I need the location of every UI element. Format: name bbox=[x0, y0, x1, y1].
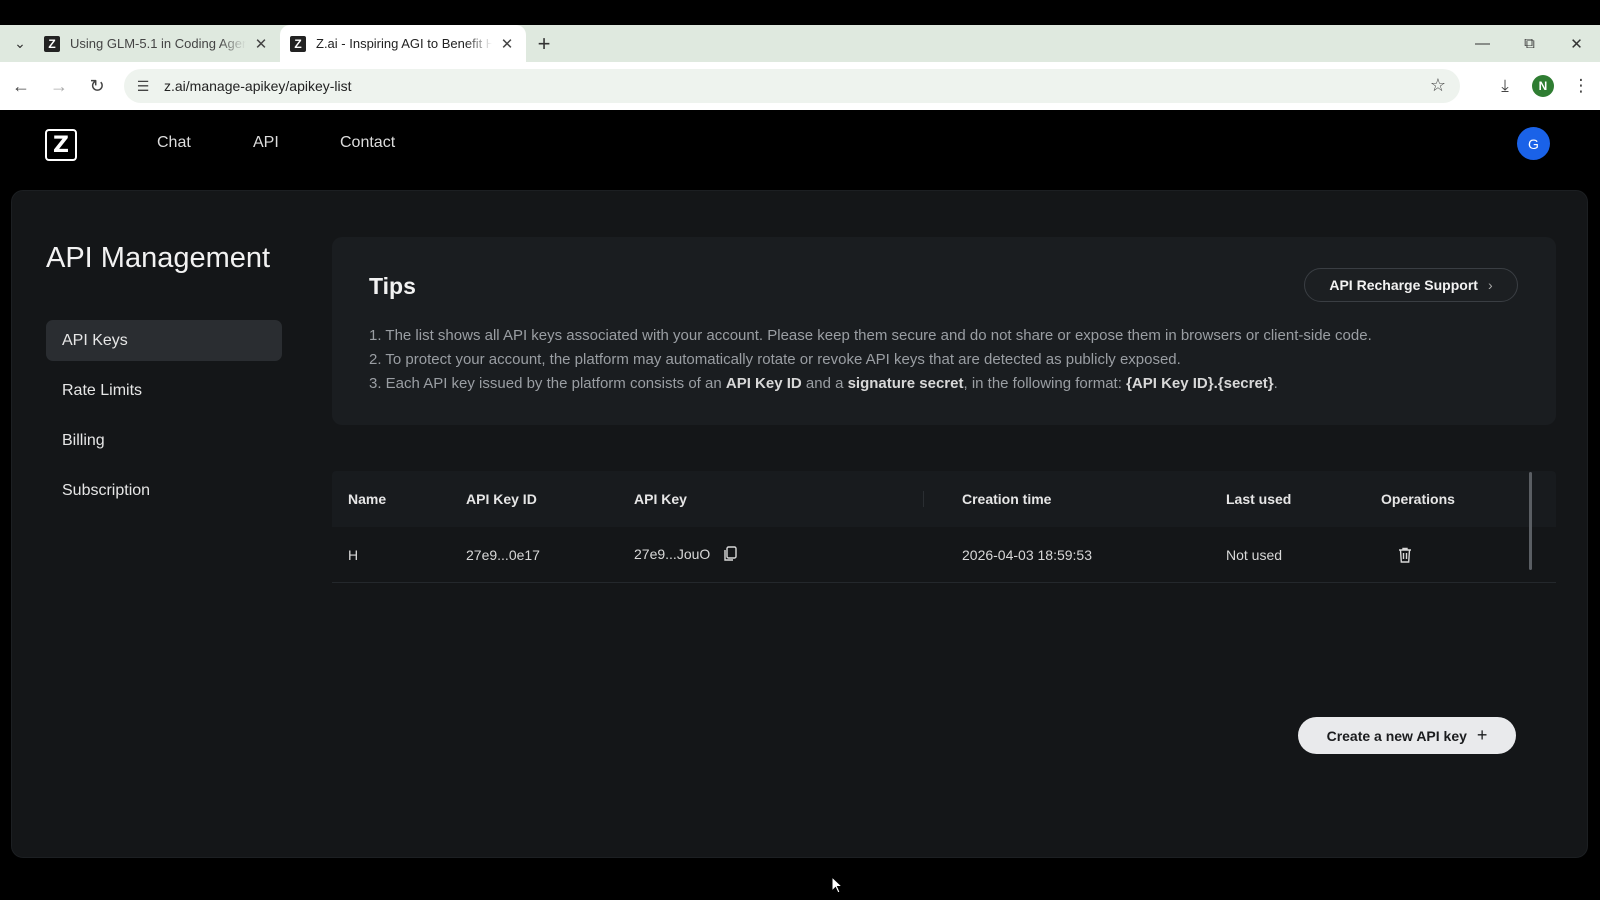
nav-contact[interactable]: Contact bbox=[340, 134, 395, 152]
col-created: Creation time bbox=[962, 491, 1052, 507]
url-text[interactable]: z.ai/manage-apikey/apikey-list bbox=[164, 78, 352, 94]
zai-favicon-icon: Z bbox=[44, 35, 60, 52]
tab-title: Z.ai - Inspiring AGI to Benefit Humanity bbox=[316, 36, 492, 51]
close-tab-icon[interactable]: ✕ bbox=[252, 35, 270, 53]
back-arrow-icon[interactable]: ← bbox=[4, 69, 38, 103]
toolbar-right: ⤓ N ⋮ bbox=[1486, 62, 1600, 110]
browser-tab-zai[interactable]: Z Z.ai - Inspiring AGI to Benefit Humani… bbox=[280, 25, 526, 62]
window-controls: — ⧉ ✕ bbox=[1459, 25, 1600, 62]
sidebar-item-billing[interactable]: Billing bbox=[46, 420, 282, 461]
column-divider bbox=[923, 491, 924, 507]
main-panel: API Management API Keys Rate Limits Bill… bbox=[11, 190, 1588, 858]
sidebar-item-label: Subscription bbox=[62, 481, 151, 499]
close-window-icon[interactable]: ✕ bbox=[1553, 25, 1600, 62]
tip-line-2: 2. To protect your account, the platform… bbox=[369, 351, 1181, 368]
api-keys-table: Name API Key ID API Key Creation time La… bbox=[332, 471, 1556, 583]
sidebar-item-api-keys[interactable]: API Keys bbox=[46, 320, 282, 361]
col-name: Name bbox=[348, 491, 387, 507]
minimize-icon[interactable]: — bbox=[1459, 25, 1506, 62]
mouse-cursor-icon bbox=[831, 876, 843, 894]
close-tab-icon[interactable]: ✕ bbox=[498, 35, 516, 53]
chevron-right-icon: › bbox=[1487, 277, 1493, 293]
sidebar-item-label: Rate Limits bbox=[62, 381, 143, 399]
bookmark-star-icon[interactable]: ☆ bbox=[1430, 75, 1446, 96]
cell-last-used: Not used bbox=[1226, 546, 1283, 563]
table-row: H 27e9...0e17 27e9...JouO 2026-04-03 18:… bbox=[332, 527, 1556, 583]
recharge-button-label: API Recharge Support bbox=[1329, 277, 1478, 293]
cell-key-id: 27e9...0e17 bbox=[466, 546, 540, 563]
col-operations: Operations bbox=[1381, 491, 1455, 507]
sidebar-item-label: API Keys bbox=[62, 331, 128, 349]
tab-search-chevron-icon[interactable]: ⌄ bbox=[6, 30, 34, 58]
tip3-text: 3. Each API key issued by the platform c… bbox=[369, 375, 726, 392]
zai-favicon-icon: Z bbox=[290, 35, 306, 52]
forward-arrow-icon[interactable]: → bbox=[42, 69, 76, 103]
app-root: Z Chat API Contact G API Management API … bbox=[0, 110, 1600, 900]
table-scrollbar[interactable] bbox=[1529, 472, 1532, 570]
reload-icon[interactable]: ↻ bbox=[80, 69, 114, 103]
cell-key: 27e9...JouO bbox=[634, 546, 737, 563]
tip3-emphasis: API Key ID bbox=[725, 375, 802, 392]
tip3-text: . bbox=[1273, 375, 1278, 392]
browser-tab-glm[interactable]: Z Using GLM-5.1 in Coding Agent ✕ bbox=[34, 25, 280, 62]
table-header: Name API Key ID API Key Creation time La… bbox=[332, 471, 1556, 527]
tip3-text: , in the following format: bbox=[963, 375, 1127, 392]
col-last-used: Last used bbox=[1226, 491, 1292, 507]
profile-avatar[interactable]: N bbox=[1532, 75, 1554, 97]
api-recharge-support-button[interactable]: API Recharge Support › bbox=[1304, 268, 1518, 302]
copy-icon[interactable] bbox=[723, 546, 737, 562]
tip3-emphasis: signature secret bbox=[847, 375, 964, 392]
tip3-text: and a bbox=[801, 375, 848, 392]
browser-toolbar: ← → ↻ ☰ z.ai/manage-apikey/apikey-list ☆… bbox=[0, 62, 1600, 110]
app-header: Z Chat API Contact G bbox=[0, 110, 1600, 188]
user-avatar[interactable]: G bbox=[1517, 127, 1550, 160]
nav-api[interactable]: API bbox=[253, 134, 279, 152]
masked-key: 27e9...JouO bbox=[634, 545, 711, 562]
tip-line-3: 3. Each API key issued by the platform c… bbox=[369, 375, 1278, 392]
create-api-key-button[interactable]: Create a new API key + bbox=[1298, 717, 1516, 754]
create-button-label: Create a new API key bbox=[1326, 727, 1467, 744]
sidebar-item-rate-limits[interactable]: Rate Limits bbox=[46, 370, 282, 411]
browser-tab-bar: ⌄ Z Using GLM-5.1 in Coding Agent ✕ Z Z.… bbox=[0, 25, 1600, 62]
col-key-id: API Key ID bbox=[466, 491, 537, 507]
sidebar-item-subscription[interactable]: Subscription bbox=[46, 470, 282, 511]
more-vertical-icon[interactable]: ⋮ bbox=[1562, 67, 1600, 105]
tips-title: Tips bbox=[369, 273, 416, 299]
cell-name: H bbox=[348, 546, 359, 563]
delete-button[interactable] bbox=[1398, 547, 1412, 566]
new-tab-plus-icon[interactable]: + bbox=[530, 30, 558, 58]
page-title: API Management bbox=[46, 242, 271, 274]
col-key: API Key bbox=[634, 491, 687, 507]
zai-logo-icon[interactable]: Z bbox=[45, 129, 77, 161]
site-info-tune-icon[interactable]: ☰ bbox=[128, 71, 158, 101]
tip3-format: {API Key ID}.{secret} bbox=[1126, 375, 1274, 392]
address-bar[interactable]: ☰ z.ai/manage-apikey/apikey-list ☆ bbox=[124, 69, 1460, 103]
plus-icon: + bbox=[1476, 725, 1488, 745]
download-icon[interactable]: ⤓ bbox=[1486, 67, 1524, 105]
cell-created: 2026-04-03 18:59:53 bbox=[962, 546, 1092, 563]
nav-chat[interactable]: Chat bbox=[157, 134, 191, 152]
sidebar-item-label: Billing bbox=[62, 431, 105, 449]
tab-title: Using GLM-5.1 in Coding Agent bbox=[70, 36, 246, 51]
trash-icon bbox=[1399, 547, 1411, 563]
restore-icon[interactable]: ⧉ bbox=[1506, 25, 1553, 62]
tips-card: Tips API Recharge Support › 1. The list … bbox=[332, 237, 1556, 425]
tip-line-1: 1. The list shows all API keys associate… bbox=[369, 327, 1372, 344]
